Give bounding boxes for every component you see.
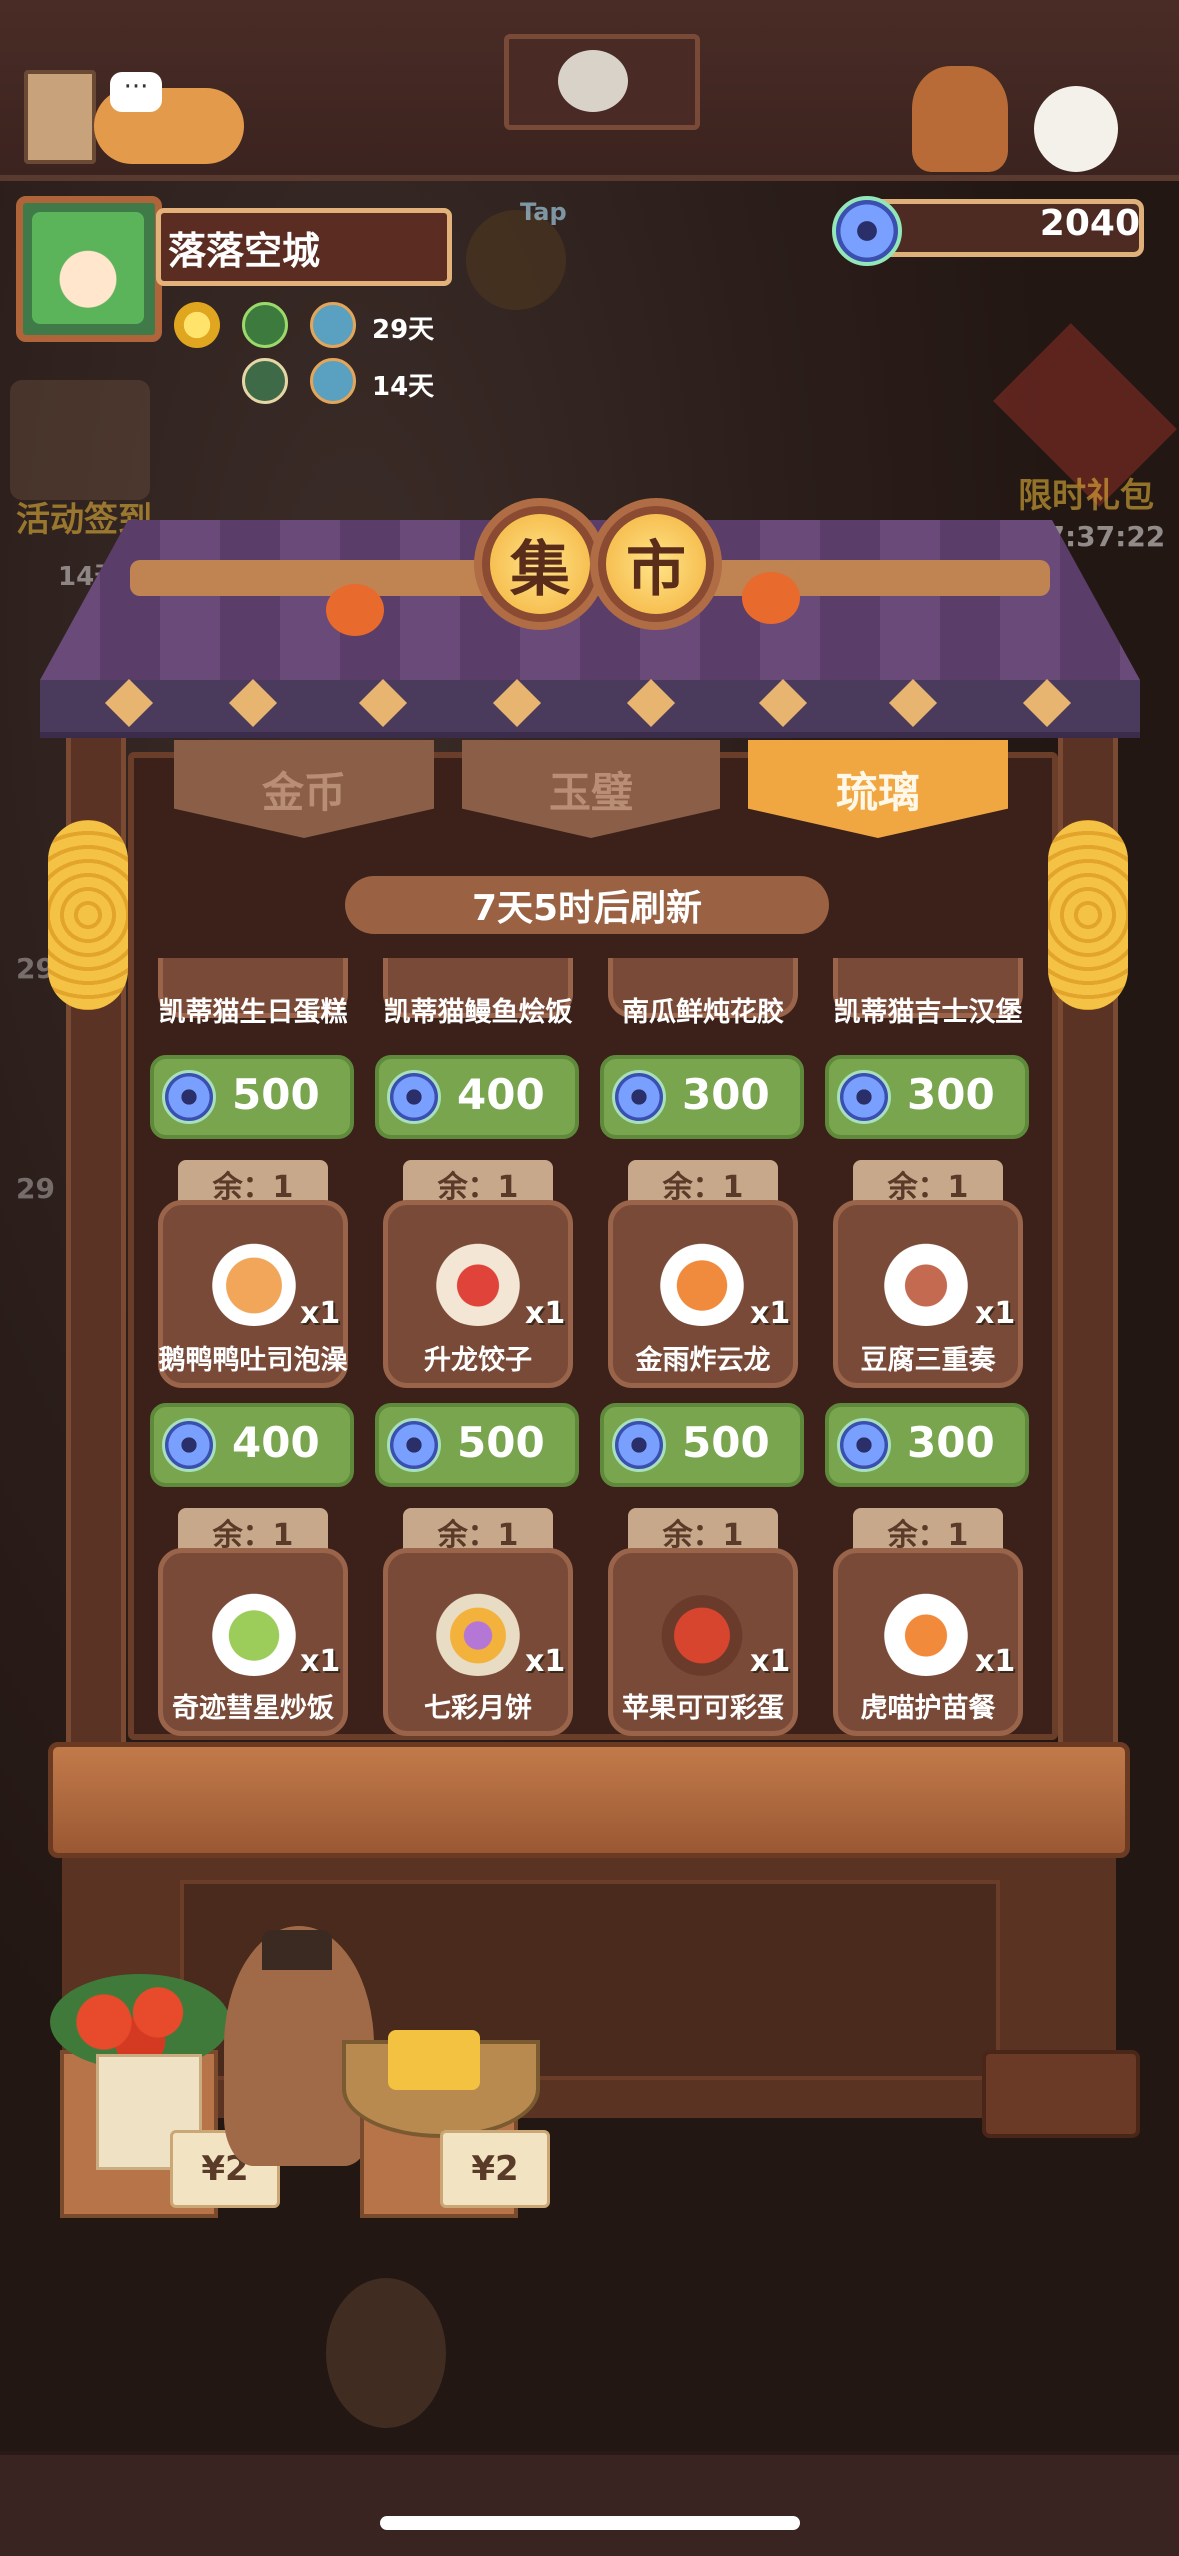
golden-dragon-dish-icon	[654, 1236, 750, 1326]
currency-amount: 2040	[1039, 203, 1140, 244]
apple-cocoa-egg-dish-icon	[654, 1586, 750, 1676]
comet-fried-rice-dish-icon	[206, 1586, 302, 1676]
corn-left-icon	[48, 820, 128, 1010]
tap-hint: Tap	[520, 198, 567, 226]
portrait-buff-icon[interactable]	[242, 358, 288, 404]
item-qty: x1	[750, 1644, 791, 1679]
item-name: 南瓜鲜炖花胶	[622, 997, 784, 1028]
item-qty: x1	[300, 1296, 341, 1331]
speech-bubble-icon[interactable]: ···	[110, 72, 162, 112]
coin-buff-icon[interactable]	[174, 302, 220, 348]
right-price-card: ¥2	[440, 2130, 550, 2208]
market-counter-top	[48, 1742, 1130, 1858]
item-qty: x1	[525, 1644, 566, 1679]
dragon-dumpling-dish-icon	[430, 1236, 526, 1326]
counter-leg-right	[982, 2050, 1140, 2138]
item-name: 苹果可可彩蛋	[622, 1693, 784, 1724]
item-name: 凯蒂猫鳗鱼烩饭	[383, 997, 573, 1028]
persimmon-icon	[326, 584, 384, 636]
market-sign-char-2: 市	[606, 514, 706, 614]
item-qty: x1	[750, 1296, 791, 1331]
rainbow-mooncake-dish-icon	[430, 1586, 526, 1676]
price-value: 500	[457, 1418, 545, 1467]
price-value: 500	[682, 1418, 770, 1467]
buff-duration-2: 14天	[372, 372, 435, 402]
player-name: 落落空城	[168, 229, 321, 273]
jade-disc-icon	[387, 1070, 441, 1124]
raccoon-character-icon	[558, 50, 628, 112]
jade-disc-icon	[612, 1418, 666, 1472]
event-signin-icon[interactable]	[10, 380, 150, 500]
item-name: 升龙饺子	[424, 1345, 532, 1376]
corn-right-icon	[1048, 820, 1128, 1010]
buff-duration-1: 29天	[372, 315, 435, 345]
jade-disc-icon	[837, 1418, 891, 1472]
item-name: 鹅鸭鸭吐司泡澡	[158, 1345, 348, 1376]
price-value: 500	[232, 1070, 320, 1119]
price-value: 300	[907, 1070, 995, 1119]
item-qty: x1	[300, 1644, 341, 1679]
bowl-buff-icon-2[interactable]	[310, 358, 356, 404]
jade-disc-icon	[162, 1070, 216, 1124]
item-name: 凯蒂猫生日蛋糕	[158, 997, 348, 1028]
price-value: 400	[232, 1418, 320, 1467]
girl-character-icon	[912, 66, 1008, 172]
item-name: 虎喵护苗餐	[860, 1693, 996, 1724]
refresh-countdown: 7天5时后刷新	[345, 876, 829, 934]
roof-eave	[40, 680, 1140, 738]
tofu-block-icon	[388, 2030, 480, 2090]
bowl-buff-icon[interactable]	[310, 302, 356, 348]
price-value: 400	[457, 1070, 545, 1119]
item-name: 凯蒂猫吉士汉堡	[833, 997, 1023, 1028]
home-indicator[interactable]	[380, 2516, 800, 2530]
vendor-hat-icon	[262, 1930, 332, 1970]
item-name: 豆腐三重奏	[860, 1345, 996, 1376]
item-name: 金雨炸云龙	[635, 1345, 771, 1376]
item-qty: x1	[525, 1296, 566, 1331]
farm-buff-icon[interactable]	[242, 302, 288, 348]
tofu-trio-dish-icon	[878, 1236, 974, 1326]
gift-pack-label[interactable]: 限时礼包	[1018, 468, 1154, 517]
white-cat-character-icon	[1034, 86, 1118, 172]
toast-bath-dish-icon	[206, 1236, 302, 1326]
tiger-cat-meal-dish-icon	[878, 1586, 974, 1676]
avatar[interactable]	[32, 212, 144, 324]
item-name: 七彩月饼	[424, 1693, 532, 1724]
background-npc-icon	[326, 2278, 446, 2428]
jade-disc-icon	[387, 1418, 441, 1472]
persimmon-icon	[742, 572, 800, 624]
price-value: 300	[682, 1070, 770, 1119]
jade-disc-icon	[162, 1418, 216, 1472]
item-qty: x1	[975, 1296, 1016, 1331]
item-qty: x1	[975, 1644, 1016, 1679]
side-partial-2: 29	[16, 1172, 55, 1205]
item-name: 奇迹彗星炒饭	[172, 1693, 334, 1724]
price-value: 300	[907, 1418, 995, 1467]
bottom-bar	[0, 2455, 1179, 2556]
market-sign-char-1: 集	[490, 514, 590, 614]
jade-disc-icon	[837, 1070, 891, 1124]
jade-disc-icon	[612, 1070, 666, 1124]
board-hanging-icon[interactable]	[24, 70, 96, 164]
